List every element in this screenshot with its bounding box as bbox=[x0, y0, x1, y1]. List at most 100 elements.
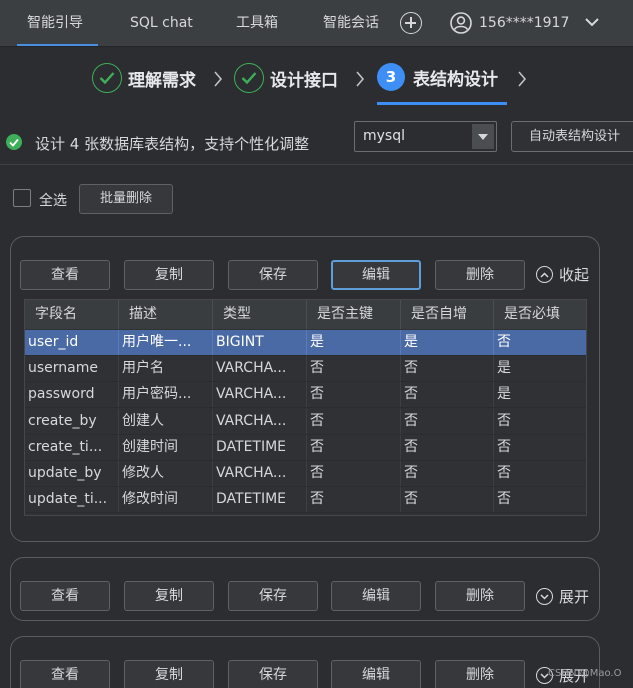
field-name-cell[interactable]: password bbox=[25, 382, 119, 408]
view-button[interactable]: 查看 bbox=[20, 660, 110, 688]
primary-key-cell[interactable]: 否 bbox=[307, 434, 401, 460]
success-icon bbox=[6, 134, 22, 150]
field-name-cell[interactable]: update_ti... bbox=[25, 487, 119, 513]
description-cell[interactable]: 用户密码... bbox=[119, 382, 213, 408]
view-button[interactable]: 查看 bbox=[20, 260, 110, 290]
type-cell[interactable]: VARCHA... bbox=[213, 356, 307, 382]
nav-tab-guide[interactable]: 智能引导 bbox=[17, 0, 98, 46]
edit-button[interactable]: 编辑 bbox=[331, 260, 421, 290]
field-name-cell[interactable]: create_ti... bbox=[25, 434, 119, 460]
primary-key-cell[interactable]: 否 bbox=[307, 382, 401, 408]
auto-design-button[interactable]: 自动表结构设计 bbox=[511, 121, 633, 152]
column-header[interactable]: 是否必填 bbox=[494, 300, 586, 329]
copy-button[interactable]: 复制 bbox=[124, 660, 214, 688]
column-header[interactable]: 字段名 bbox=[25, 300, 119, 329]
batch-delete-button[interactable]: 批量删除 bbox=[79, 184, 173, 214]
delete-button[interactable]: 删除 bbox=[435, 260, 525, 290]
auto-increment-cell[interactable]: 否 bbox=[401, 487, 494, 513]
database-select[interactable]: mysql bbox=[354, 121, 497, 152]
dropdown-arrow-icon[interactable] bbox=[472, 124, 494, 149]
description-cell[interactable]: 修改时间 bbox=[119, 487, 213, 513]
select-all-label: 全选 bbox=[39, 193, 67, 209]
auto-increment-cell[interactable]: 是 bbox=[401, 330, 494, 355]
required-cell[interactable]: 是 bbox=[494, 356, 586, 381]
description-cell[interactable]: 用户名 bbox=[119, 356, 213, 382]
edit-button[interactable]: 编辑 bbox=[331, 660, 421, 688]
table-row[interactable]: username 用户名 VARCHA... 否否是 bbox=[25, 356, 586, 383]
description-cell[interactable]: 创建人 bbox=[119, 408, 213, 434]
nav-tab-toolbox[interactable]: 工具箱 bbox=[236, 0, 278, 46]
auto-increment-cell[interactable]: 否 bbox=[401, 461, 494, 486]
field-name-cell[interactable]: user_id bbox=[25, 330, 119, 355]
type-cell[interactable]: VARCHA... bbox=[213, 461, 307, 486]
required-cell[interactable]: 是 bbox=[494, 382, 586, 407]
step-design-api[interactable]: 设计接口 bbox=[234, 61, 338, 95]
user-phone[interactable]: 156****1917 bbox=[479, 0, 569, 46]
primary-key-cell[interactable]: 否 bbox=[307, 408, 401, 434]
table-row[interactable]: create_by 创建人 VARCHA... 否否否 bbox=[25, 408, 586, 435]
divider bbox=[0, 164, 633, 165]
primary-key-cell[interactable]: 否 bbox=[307, 356, 401, 382]
watermark: CSDN @Mao.O bbox=[548, 668, 622, 679]
required-cell[interactable]: 否 bbox=[494, 435, 586, 460]
primary-key-cell[interactable]: 否 bbox=[307, 487, 401, 513]
select-all-checkbox[interactable] bbox=[13, 189, 31, 207]
add-session-icon[interactable] bbox=[400, 12, 422, 34]
delete-button[interactable]: 删除 bbox=[435, 581, 525, 611]
auto-increment-cell[interactable]: 否 bbox=[401, 356, 494, 382]
copy-button[interactable]: 复制 bbox=[124, 581, 214, 611]
database-select-value: mysql bbox=[363, 128, 405, 144]
top-nav: 智能引导 SQL chat 工具箱 智能会话 156****1917 bbox=[0, 0, 633, 47]
step-understand[interactable]: 理解需求 bbox=[92, 61, 196, 95]
description-cell[interactable]: 用户唯一... bbox=[119, 330, 213, 355]
delete-button[interactable]: 删除 bbox=[435, 660, 525, 688]
save-button[interactable]: 保存 bbox=[228, 660, 318, 688]
nav-tab-chat[interactable]: 智能会话 bbox=[323, 0, 379, 46]
collapse-label: 收起 bbox=[559, 266, 590, 284]
field-name-cell[interactable]: update_by bbox=[25, 461, 119, 486]
nav-tab-sql-chat[interactable]: SQL chat bbox=[130, 0, 193, 46]
description-cell[interactable]: 修改人 bbox=[119, 461, 213, 486]
required-cell[interactable]: 否 bbox=[494, 330, 586, 355]
status-text: 设计 4 张数据库表结构，支持个性化调整 bbox=[35, 135, 310, 153]
save-button[interactable]: 保存 bbox=[228, 260, 318, 290]
type-cell[interactable]: DATETIME bbox=[213, 487, 307, 513]
step-label: 设计接口 bbox=[270, 70, 338, 91]
expand-toggle[interactable]: 展开 bbox=[536, 586, 589, 607]
type-cell[interactable]: VARCHA... bbox=[213, 382, 307, 408]
required-cell[interactable]: 否 bbox=[494, 409, 586, 434]
active-step-underline bbox=[377, 102, 507, 105]
copy-button[interactable]: 复制 bbox=[124, 260, 214, 290]
type-cell[interactable]: DATETIME bbox=[213, 434, 307, 460]
table-row[interactable]: password 用户密码... VARCHA... 否否是 bbox=[25, 382, 586, 409]
view-button[interactable]: 查看 bbox=[20, 581, 110, 611]
required-cell[interactable]: 否 bbox=[494, 461, 586, 486]
step-label: 理解需求 bbox=[128, 70, 196, 91]
field-name-cell[interactable]: username bbox=[25, 356, 119, 382]
column-header[interactable]: 是否自增 bbox=[401, 300, 494, 329]
table-row[interactable]: user_id 用户唯一... BIGINT 是是否 bbox=[25, 330, 586, 356]
column-header[interactable]: 类型 bbox=[213, 300, 307, 329]
expand-label: 展开 bbox=[559, 588, 590, 606]
table-row[interactable]: update_ti... 修改时间 DATETIME 否否否 bbox=[25, 487, 586, 514]
primary-key-cell[interactable]: 否 bbox=[307, 461, 401, 486]
type-cell[interactable]: BIGINT bbox=[213, 330, 307, 355]
collapse-toggle[interactable]: 收起 bbox=[536, 264, 589, 285]
description-cell[interactable]: 创建时间 bbox=[119, 434, 213, 460]
auto-increment-cell[interactable]: 否 bbox=[401, 382, 494, 408]
edit-button[interactable]: 编辑 bbox=[331, 581, 421, 611]
auto-increment-cell[interactable]: 否 bbox=[401, 408, 494, 434]
primary-key-cell[interactable]: 是 bbox=[307, 330, 401, 355]
table-row[interactable]: create_ti... 创建时间 DATETIME 否否否 bbox=[25, 434, 586, 461]
table-row[interactable]: update_by 修改人 VARCHA... 否否否 bbox=[25, 461, 586, 487]
column-header[interactable]: 是否主键 bbox=[307, 300, 401, 329]
save-button[interactable]: 保存 bbox=[228, 581, 318, 611]
step-table-design[interactable]: 3 表结构设计 bbox=[377, 60, 498, 94]
column-header[interactable]: 描述 bbox=[119, 300, 213, 329]
type-cell[interactable]: VARCHA... bbox=[213, 408, 307, 434]
required-cell[interactable]: 否 bbox=[494, 487, 586, 512]
user-avatar-icon[interactable] bbox=[450, 12, 472, 34]
auto-increment-cell[interactable]: 否 bbox=[401, 434, 494, 460]
field-name-cell[interactable]: create_by bbox=[25, 408, 119, 434]
chevron-down-icon[interactable] bbox=[584, 16, 600, 30]
